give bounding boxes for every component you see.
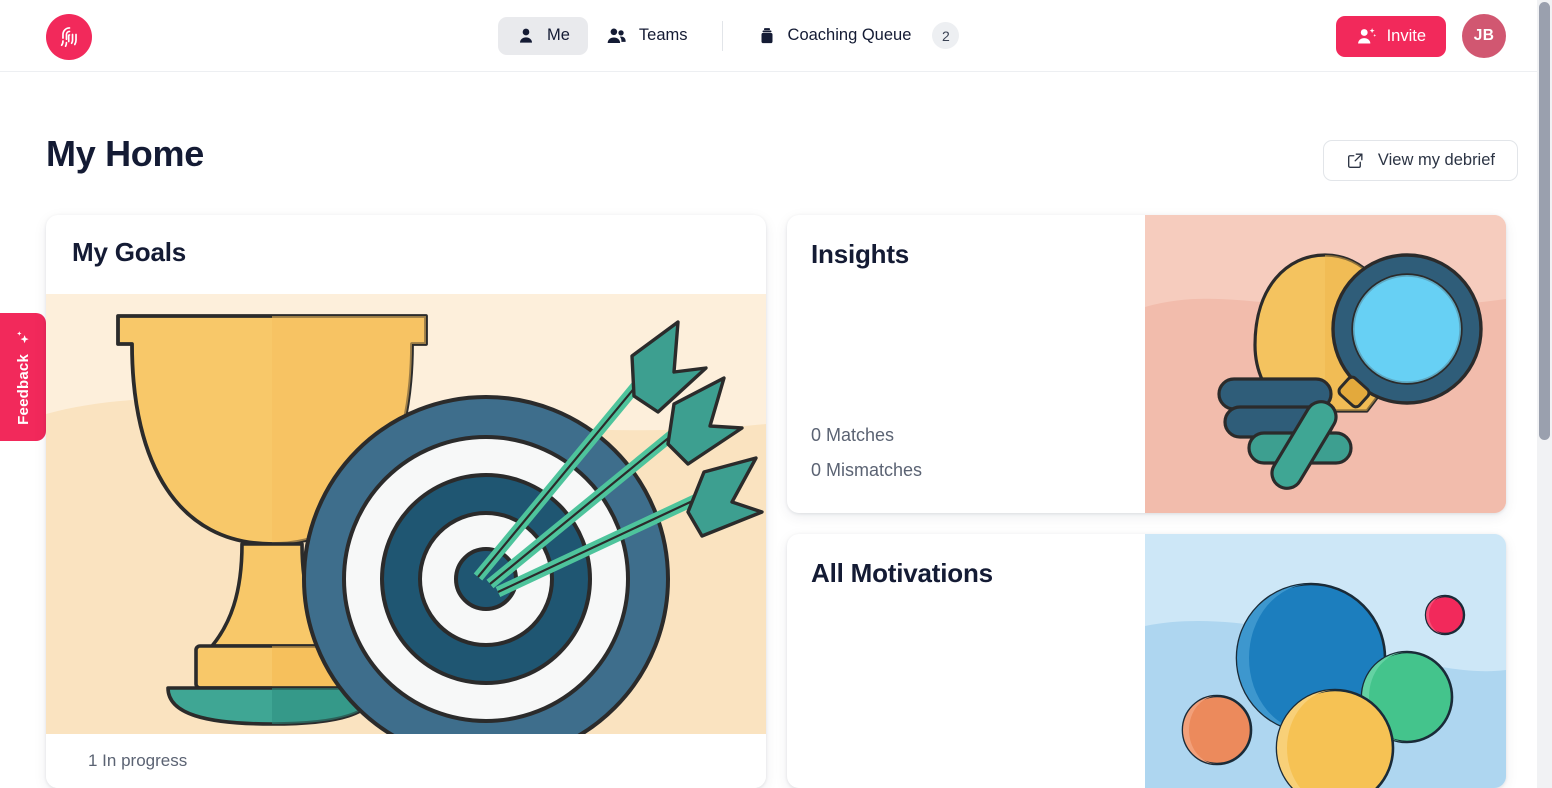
top-bar-actions: Invite JB <box>1335 14 1506 58</box>
coaching-queue-badge: 2 <box>932 22 960 49</box>
nav-label-teams: Teams <box>638 26 688 44</box>
all-motivations-card[interactable]: All Motivations <box>787 534 1506 788</box>
insights-mismatches: 0 Mismatches <box>811 460 923 480</box>
all-motivations-card-title: All Motivations <box>811 558 993 588</box>
user-avatar[interactable]: JB <box>1462 14 1506 58</box>
colored-circles-illustration <box>1145 534 1506 788</box>
invite-button-label: Invite <box>1386 26 1426 45</box>
feedback-tab-inner: Feedback <box>15 329 32 425</box>
lightbulb-and-magnifier-illustration <box>1145 215 1506 513</box>
page-scrollbar-track[interactable] <box>1537 0 1552 788</box>
app-logo[interactable] <box>46 14 92 60</box>
my-goals-card-title: My Goals <box>72 237 186 267</box>
feedback-tab[interactable]: Feedback <box>0 313 46 441</box>
page-title: My Home <box>46 133 204 174</box>
person-add-icon <box>1357 27 1376 43</box>
nav-label-me: Me <box>547 26 570 44</box>
insights-card[interactable]: Insights 0 Matches 0 Mismatches <box>787 215 1506 513</box>
page-scrollbar-thumb[interactable] <box>1539 2 1550 440</box>
person-icon <box>520 28 532 43</box>
insights-matches: 0 Matches <box>811 425 895 445</box>
fingerprint-icon <box>60 26 77 47</box>
all-motivations-illustration <box>1145 534 1506 788</box>
avatar-initials: JB <box>1473 27 1495 44</box>
nav-item-teams[interactable]: Teams <box>588 16 706 56</box>
invite-button[interactable]: Invite <box>1335 15 1446 57</box>
nav-item-coaching-queue[interactable]: Coaching Queue 2 <box>739 13 978 58</box>
nav-label-coaching-queue: Coaching Queue <box>787 26 912 44</box>
insights-card-title: Insights <box>811 239 910 269</box>
my-goals-illustration <box>46 294 766 734</box>
external-link-icon <box>1347 153 1363 168</box>
primary-navigation: Me Teams Coaching Queue 2 <box>498 13 977 58</box>
my-goals-status-row: 1 In progress <box>46 734 766 788</box>
my-goals-card[interactable]: My Goals 1 In progress <box>46 215 766 788</box>
briefcase-icon <box>761 27 773 43</box>
nav-divider <box>721 20 723 51</box>
insights-illustration <box>1145 215 1506 513</box>
app-root: Me Teams Coaching Queue 2 Invite JB My H… <box>0 0 1552 788</box>
debrief-button-label: View my debrief <box>1377 151 1495 169</box>
nav-item-me[interactable]: Me <box>498 16 588 55</box>
top-navigation-bar: Me Teams Coaching Queue 2 Invite JB <box>0 0 1540 72</box>
my-goals-status: 1 In progress <box>88 751 188 770</box>
insights-stats: 0 Matches 0 Mismatches <box>811 418 922 488</box>
trophy-and-dartboard-illustration <box>46 294 766 734</box>
sparkle-icon <box>17 331 29 344</box>
people-icon <box>607 27 626 43</box>
view-my-debrief-button[interactable]: View my debrief <box>1322 140 1518 181</box>
feedback-tab-label: Feedback <box>14 354 32 425</box>
